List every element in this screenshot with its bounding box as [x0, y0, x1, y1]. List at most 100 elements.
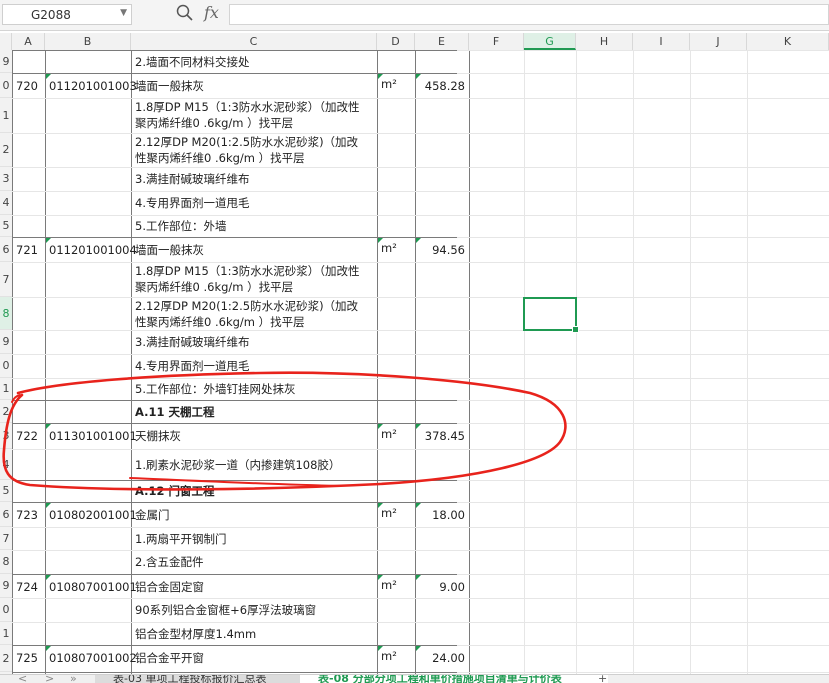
zoom-icon[interactable]: [176, 3, 194, 23]
item-description[interactable]: 1.两扇平开钢制门: [135, 532, 373, 546]
grid-row-border: [12, 400, 457, 401]
grid-row-border: [12, 73, 457, 74]
cell-comment-marker: [378, 646, 383, 651]
item-code[interactable]: 011301001001: [49, 429, 137, 443]
item-seq[interactable]: 720: [16, 79, 41, 93]
column-header-c[interactable]: C: [131, 33, 377, 50]
column-header-k[interactable]: K: [747, 33, 829, 50]
active-cell[interactable]: [523, 297, 579, 333]
cell-comment-marker: [416, 424, 421, 429]
item-code[interactable]: 010807001001: [49, 580, 137, 594]
grid-row-border: [12, 423, 457, 424]
column-header-g[interactable]: G: [524, 33, 576, 50]
item-description[interactable]: 铝合金平开窗: [135, 651, 373, 665]
item-seq[interactable]: 723: [16, 508, 41, 522]
fx-icon[interactable]: fx: [204, 3, 219, 22]
item-description[interactable]: 3.满挂耐碱玻璃纤维布: [135, 335, 373, 349]
item-quantity[interactable]: 94.56: [419, 243, 465, 257]
item-description[interactable]: 3.满挂耐碱玻璃纤维布: [135, 172, 373, 186]
cell-comment-marker: [46, 74, 51, 79]
item-description[interactable]: 铝合金固定窗: [135, 580, 373, 594]
column-header-e[interactable]: E: [415, 33, 469, 50]
item-description[interactable]: 90系列铝合金窗框+6厚浮法玻璃窗: [135, 603, 373, 617]
grid-column-line: [633, 50, 634, 674]
item-description[interactable]: 性聚丙烯纤维0 .6kg/m ）找平层: [135, 315, 373, 329]
column-header-a[interactable]: A: [12, 33, 45, 50]
grid-row-line: [12, 215, 829, 216]
item-code[interactable]: 011201001004: [49, 243, 137, 257]
section-heading[interactable]: A.11 天棚工程: [135, 405, 373, 419]
column-header-b[interactable]: B: [45, 33, 131, 50]
item-code[interactable]: 011201001003: [49, 79, 137, 93]
grid-row-line: [12, 622, 829, 623]
formula-input[interactable]: [229, 4, 829, 25]
grid-row-border: [12, 50, 457, 51]
item-description[interactable]: 1.8厚DP M15（1:3防水水泥砂浆）（加改性: [135, 100, 373, 114]
sheet-grid[interactable]: 2.墙面不同材料交接处 720 011201001003 墙面一般抹灰 m² 458.28…: [0, 50, 829, 674]
item-description[interactable]: 2.12厚DP M20(1:2.5防水水泥砂浆)（加改: [135, 135, 373, 149]
column-header-j[interactable]: J: [690, 33, 747, 50]
grid-column-line: [377, 50, 378, 674]
column-header-f[interactable]: F: [469, 33, 524, 50]
item-description[interactable]: 性聚丙烯纤维0 .6kg/m ）找平层: [135, 151, 373, 165]
item-description[interactable]: 墙面一般抹灰: [135, 243, 373, 257]
item-unit[interactable]: m²: [381, 506, 411, 520]
fill-handle[interactable]: [572, 326, 579, 333]
item-description[interactable]: 2.12厚DP M20(1:2.5防水水泥砂浆)（加改: [135, 299, 373, 313]
grid-row-line: [12, 330, 829, 331]
grid-row-line: [12, 598, 829, 599]
column-header-d[interactable]: D: [377, 33, 415, 50]
cell-comment-marker: [416, 646, 421, 651]
item-description[interactable]: 2.含五金配件: [135, 555, 373, 569]
cell-comment-marker: [416, 238, 421, 243]
item-code[interactable]: 010807001002: [49, 651, 137, 665]
item-description[interactable]: 4.专用界面剂一道甩毛: [135, 196, 373, 210]
cell-comment-marker: [416, 503, 421, 508]
grid-row-line: [12, 550, 829, 551]
item-description[interactable]: 1.刷素水泥砂浆一道（内掺建筑108胶）: [135, 458, 373, 472]
item-unit[interactable]: m²: [381, 649, 411, 663]
cell-reference: G2088: [31, 8, 71, 22]
item-quantity[interactable]: 458.28: [419, 79, 465, 93]
item-description[interactable]: 4.专用界面剂一道甩毛: [135, 359, 373, 373]
item-seq[interactable]: 724: [16, 580, 41, 594]
item-unit[interactable]: m²: [381, 241, 411, 255]
item-quantity[interactable]: 378.45: [419, 429, 465, 443]
item-description[interactable]: 聚丙烯纤维0 .6kg/m ）找平层: [135, 280, 373, 294]
item-quantity[interactable]: 18.00: [419, 508, 465, 522]
column-header: ABCDEFGHIJK: [0, 33, 829, 51]
item-seq[interactable]: 725: [16, 651, 41, 665]
grid-column-line: [690, 50, 691, 674]
cell-comment-marker: [46, 503, 51, 508]
item-description[interactable]: 聚丙烯纤维0 .6kg/m ）找平层: [135, 116, 373, 130]
item-description[interactable]: 5.工作部位：外墙钉挂网处抹灰: [135, 382, 373, 396]
item-description[interactable]: 金属门: [135, 508, 373, 522]
item-description[interactable]: 1.8厚DP M15（1:3防水水泥砂浆）（加改性: [135, 264, 373, 278]
item-seq[interactable]: 721: [16, 243, 41, 257]
section-heading[interactable]: A.12 门窗工程: [135, 484, 373, 498]
item-description[interactable]: 墙面一般抹灰: [135, 79, 373, 93]
cell-comment-marker: [378, 424, 383, 429]
chevron-down-icon[interactable]: ▼: [120, 8, 127, 18]
item-unit[interactable]: m²: [381, 77, 411, 91]
column-header-i[interactable]: I: [633, 33, 690, 50]
column-header-h[interactable]: H: [576, 33, 633, 50]
item-description[interactable]: 5.工作部位：外墙: [135, 219, 373, 233]
item-quantity[interactable]: 24.00: [419, 651, 465, 665]
item-seq[interactable]: 722: [16, 429, 41, 443]
formula-toolbar: G2088 ▼ fx: [0, 0, 829, 31]
grid-row-line: [12, 262, 829, 263]
item-description[interactable]: 2.墙面不同材料交接处: [135, 55, 373, 69]
name-box[interactable]: G2088 ▼: [2, 4, 132, 25]
item-quantity[interactable]: 9.00: [419, 580, 465, 594]
item-description[interactable]: 天棚抹灰: [135, 429, 373, 443]
item-description[interactable]: 铝合金型材厚度1.4mm: [135, 627, 373, 641]
select-all-corner[interactable]: [0, 33, 12, 50]
cell-comment-marker: [416, 74, 421, 79]
item-code[interactable]: 010802001001: [49, 508, 137, 522]
grid-row-border: [12, 237, 457, 238]
item-unit[interactable]: m²: [381, 578, 411, 592]
item-unit[interactable]: m²: [381, 427, 411, 441]
grid-column-line: [469, 50, 470, 674]
cell-comment-marker: [46, 646, 51, 651]
